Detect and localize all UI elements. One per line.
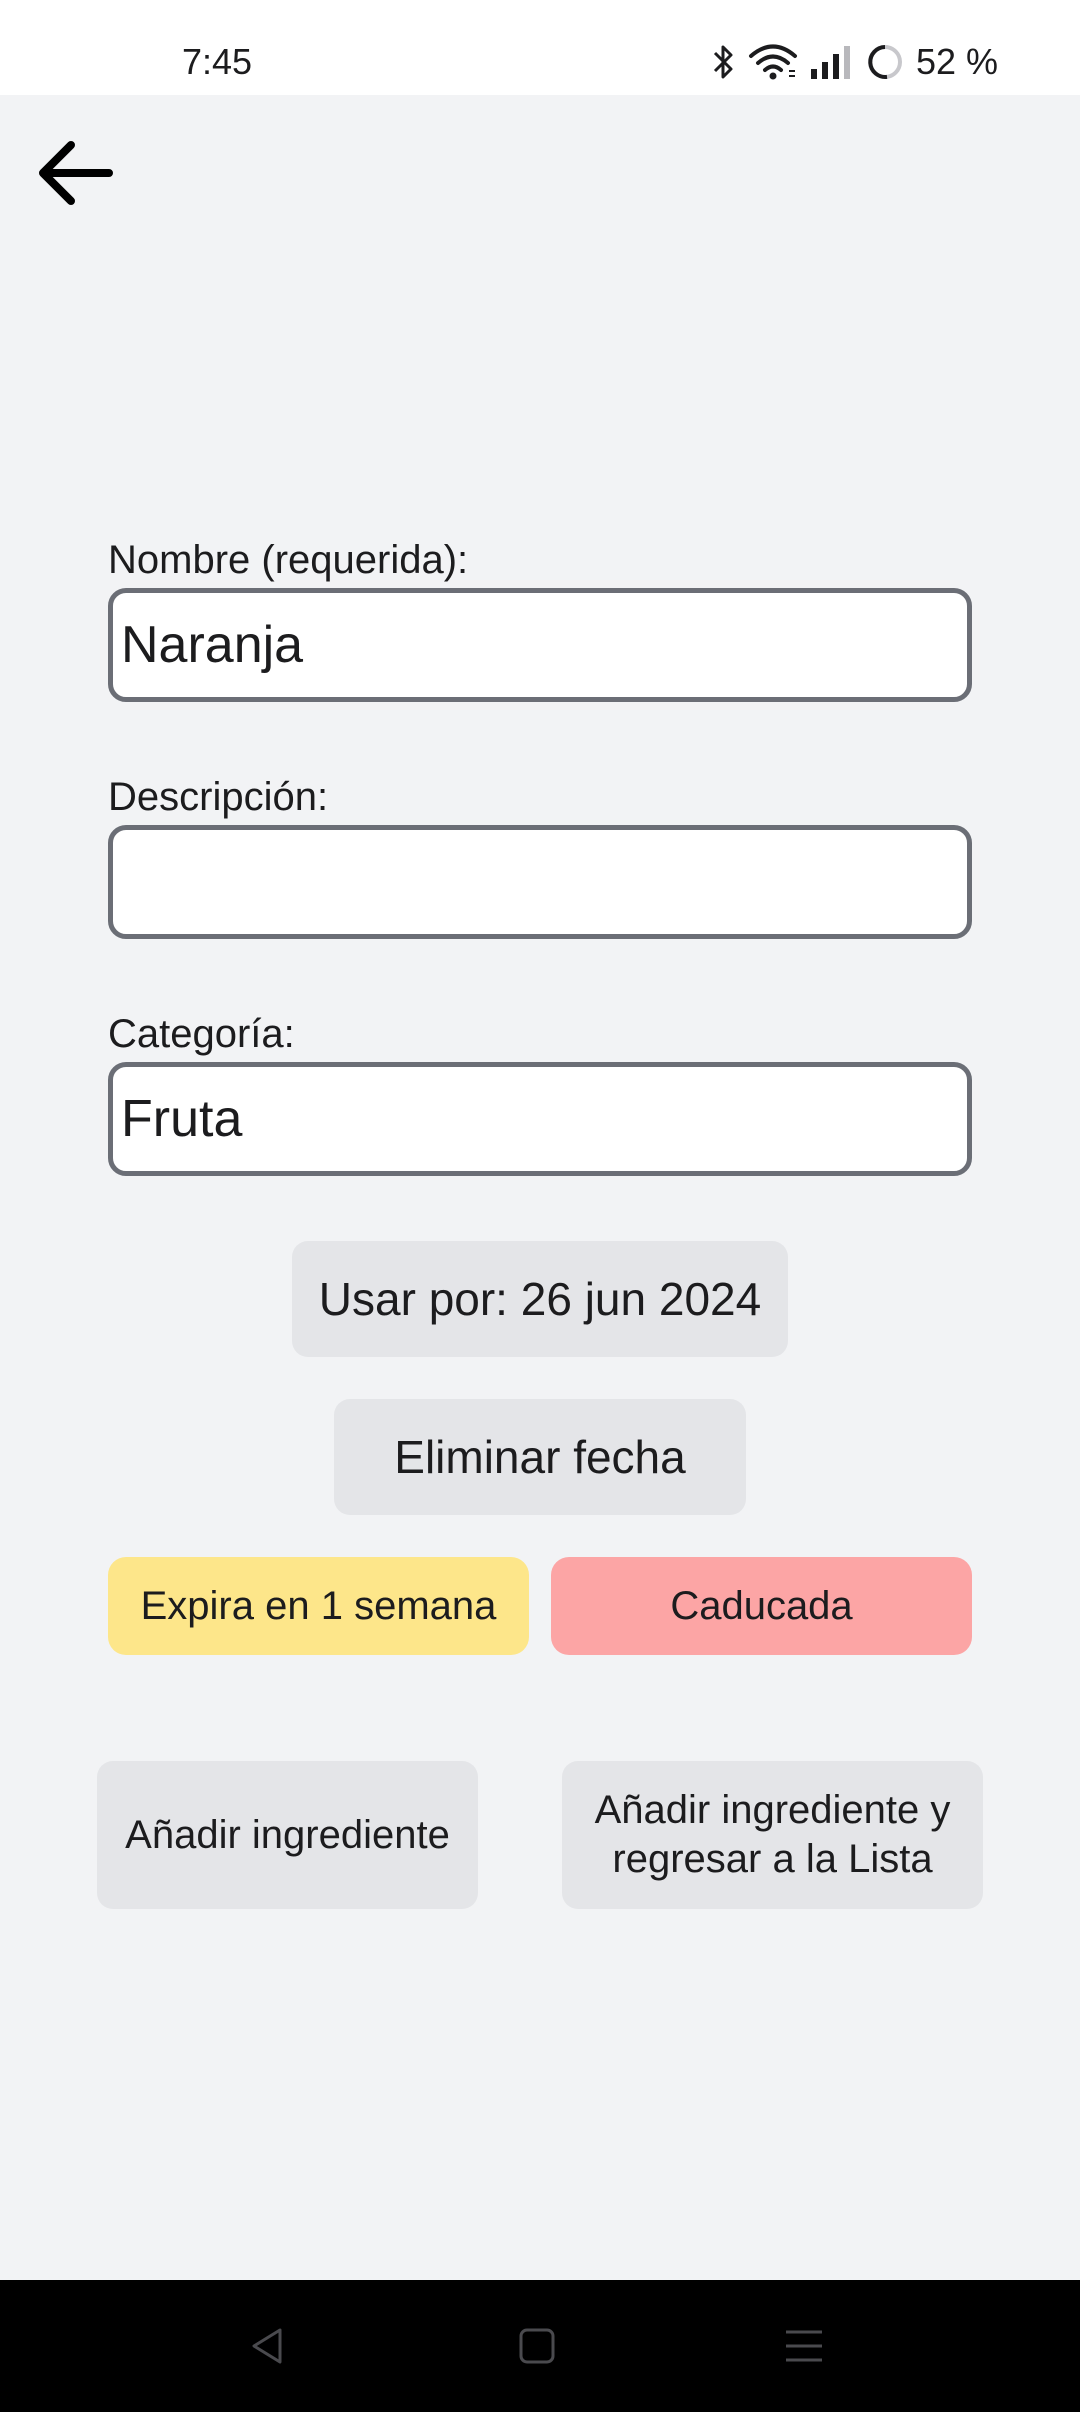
add-ingredient-label: Añadir ingrediente (125, 1812, 450, 1857)
expired-chip[interactable]: Caducada (551, 1557, 972, 1655)
add-ingredient-button[interactable]: Añadir ingrediente (97, 1761, 478, 1909)
nav-back-button[interactable] (228, 2308, 308, 2388)
nav-recents-button[interactable] (764, 2308, 844, 2388)
status-bar: 7:45 52 % (0, 0, 1080, 95)
name-input[interactable] (108, 588, 972, 702)
arrow-left-icon (35, 131, 115, 216)
expired-label: Caducada (670, 1583, 853, 1628)
status-time: 7:45 (182, 41, 253, 82)
nav-home-icon (515, 2324, 559, 2373)
description-label: Descripción: (108, 775, 329, 819)
battery-ring-icon (866, 43, 904, 81)
nav-back-icon (246, 2324, 290, 2373)
wifi-icon (748, 43, 798, 81)
status-icons: 52 % (712, 38, 998, 86)
signal-icon (810, 43, 854, 81)
expires-soon-chip[interactable]: Expira en 1 semana (108, 1557, 529, 1655)
add-and-return-label-line1: Añadir ingrediente y (594, 1788, 951, 1832)
category-label: Categoría: (108, 1012, 295, 1056)
category-input[interactable] (108, 1062, 972, 1176)
nav-recents-icon (782, 2324, 826, 2373)
add-ingredient-and-return-button[interactable]: Añadir ingrediente y regresar a la Lista (562, 1761, 983, 1909)
back-button[interactable] (30, 128, 120, 218)
remove-date-button[interactable]: Eliminar fecha (334, 1399, 746, 1515)
expires-soon-label: Expira en 1 semana (140, 1583, 497, 1628)
nav-home-button[interactable] (497, 2308, 577, 2388)
remove-date-label: Eliminar fecha (394, 1431, 686, 1483)
use-by-date-label: Usar por: 26 jun 2024 (318, 1273, 762, 1325)
use-by-date-button[interactable]: Usar por: 26 jun 2024 (292, 1241, 788, 1357)
system-navigation-bar (0, 2280, 1080, 2412)
battery-percent: 52 % (915, 41, 998, 82)
description-input[interactable] (108, 825, 972, 939)
add-and-return-label-line2: regresar a la Lista (612, 1837, 933, 1881)
bluetooth-icon (712, 43, 736, 81)
name-label: Nombre (requerida): (108, 538, 469, 582)
